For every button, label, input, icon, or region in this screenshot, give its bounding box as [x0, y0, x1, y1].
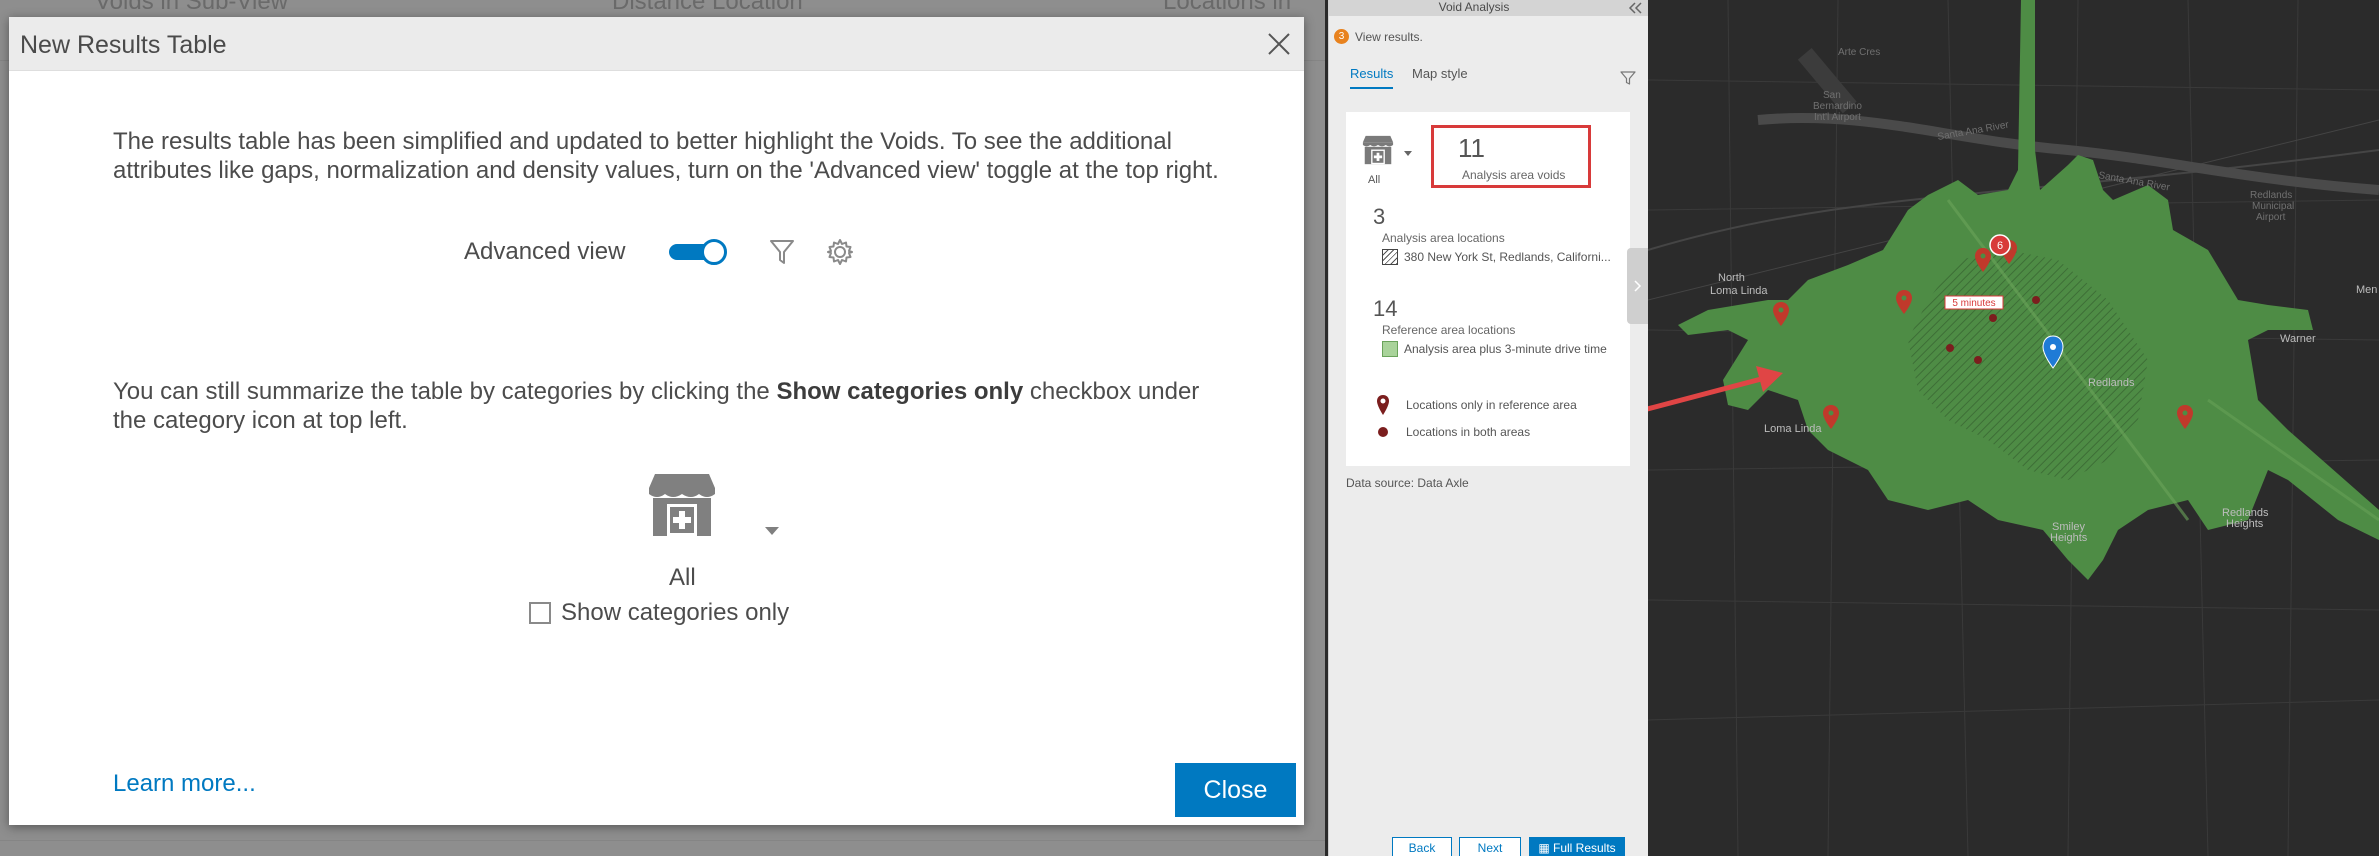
map-label: Redlands: [2088, 377, 2135, 389]
chevron-down-icon[interactable]: [764, 526, 780, 536]
map-view[interactable]: 6 5 minutes North Loma Linda Loma Linda …: [1648, 0, 2379, 856]
background-column-header: Locations in: [1163, 0, 1292, 15]
show-categories-checkbox[interactable]: [529, 602, 551, 624]
legend-both-label: Locations in both areas: [1406, 425, 1531, 439]
map-label: North: [1718, 272, 1745, 284]
map-pin-icon: [1377, 395, 1389, 415]
map-label: Heights: [2226, 518, 2264, 530]
voids-highlight-box: 11 Analysis area voids: [1431, 125, 1591, 188]
cluster-count: 6: [1997, 240, 2003, 252]
analysis-location-row: 380 New York St, Redlands, Californi...: [1382, 249, 1611, 265]
tab-map-style[interactable]: Map style: [1412, 66, 1468, 81]
background-column-header: Voids in Sub-View: [95, 0, 289, 15]
location-dot[interactable]: [2032, 296, 2040, 304]
step-text: View results.: [1355, 29, 1423, 44]
results-summary-card: All 11 Analysis area voids 3 Analysis ar…: [1346, 112, 1630, 466]
panel-title: Void Analysis: [1438, 0, 1510, 14]
map-label: Redlands: [2250, 190, 2292, 201]
voids-label: Analysis area voids: [1462, 168, 1566, 182]
map-label: Warner: [2280, 333, 2316, 345]
location-dot[interactable]: [1946, 344, 1954, 352]
intro-text: The results table has been simplified an…: [113, 128, 1219, 184]
map-label: Loma Linda: [1710, 285, 1768, 297]
tab-results[interactable]: Results: [1350, 66, 1394, 89]
map-label: Men: [2356, 284, 2377, 296]
location-dot[interactable]: [1989, 314, 1997, 322]
reference-location-row: Analysis area plus 3-minute drive time: [1382, 341, 1607, 357]
dialog-title: New Results Table: [20, 31, 227, 59]
map-label: Int'l Airport: [1814, 112, 1861, 123]
hatch-swatch-icon: [1382, 249, 1398, 265]
dot-icon: [1378, 427, 1388, 437]
show-categories-label[interactable]: Show categories only: [561, 599, 789, 627]
green-swatch-icon: [1382, 341, 1398, 357]
close-button[interactable]: Close: [1175, 763, 1296, 817]
summary-text-bold: Show categories only: [776, 378, 1024, 405]
background-column-header: Distance Location: [612, 0, 803, 15]
map-label: Municipal: [2252, 201, 2294, 212]
toggle-knob: [701, 239, 728, 265]
new-results-table-dialog: New Results Table The results table has …: [9, 17, 1304, 825]
map-label: Loma Linda: [1764, 423, 1822, 435]
panel-splitter-handle[interactable]: [1627, 248, 1648, 324]
advanced-view-toggle[interactable]: [669, 239, 728, 265]
next-button[interactable]: Next: [1459, 837, 1521, 856]
reference-label: Reference area locations: [1382, 323, 1516, 337]
map-label: Airport: [2256, 212, 2286, 223]
store-category-icon[interactable]: [647, 472, 717, 538]
legend-reference-label: Locations only in reference area: [1406, 398, 1577, 412]
learn-more-link[interactable]: Learn more...: [113, 770, 256, 798]
reference-count: 14: [1373, 296, 1398, 321]
advanced-view-row: Advanced view: [464, 232, 855, 272]
category-all-label: All: [1368, 174, 1381, 186]
advanced-view-label: Advanced view: [464, 238, 626, 265]
summary-text: You can still summarize the table by cat…: [113, 377, 1223, 435]
store-category-icon[interactable]: [1362, 134, 1394, 166]
step-badge: 3: [1334, 29, 1349, 44]
chevron-down-icon[interactable]: [1404, 151, 1412, 156]
location-dot[interactable]: [1974, 356, 1982, 364]
back-button[interactable]: Back: [1392, 837, 1452, 856]
data-source: Data source: Data Axle: [1346, 476, 1469, 490]
summary-text-part: You can still summarize the table by cat…: [113, 378, 777, 405]
analysis-location-text: 380 New York St, Redlands, Californi...: [1404, 250, 1611, 264]
legend-reference-only: Locations only in reference area: [1376, 394, 1577, 416]
chevron-right-icon: [1634, 280, 1642, 292]
filter-icon[interactable]: [1620, 70, 1636, 86]
annotation-arrow: [1648, 366, 1783, 412]
map-label: Heights: [2050, 532, 2088, 544]
show-categories-checkbox-row[interactable]: Show categories only: [529, 599, 789, 627]
category-all-label: All: [669, 564, 696, 591]
map-label: Bernardino: [1813, 101, 1862, 112]
map-label: San: [1823, 90, 1841, 101]
legend-both-areas: Locations in both areas: [1376, 425, 1530, 439]
voids-count: 11: [1458, 133, 1485, 163]
dialog-header: New Results Table: [9, 17, 1304, 71]
gear-icon[interactable]: [825, 237, 855, 267]
full-results-button[interactable]: ▦ Full Results: [1529, 837, 1625, 856]
close-icon[interactable]: [1264, 29, 1294, 59]
void-analysis-panel: Void Analysis 3 View results. Results Ma…: [1328, 0, 1649, 856]
map-canvas[interactable]: 6 5 minutes North Loma Linda Loma Linda …: [1648, 0, 2379, 856]
double-chevron-left-icon[interactable]: [1627, 1, 1643, 15]
analysis-count: 3: [1373, 204, 1386, 229]
map-label: Arte Cres: [1838, 47, 1880, 58]
drive-time-tag-text: 5 minutes: [1952, 298, 1995, 309]
filter-icon[interactable]: [769, 238, 795, 266]
analysis-label: Analysis area locations: [1382, 231, 1505, 245]
panel-header: Void Analysis: [1329, 0, 1649, 16]
full-results-label: Full Results: [1552, 841, 1616, 855]
background-row-divider: [0, 840, 1325, 841]
reference-location-text: Analysis area plus 3-minute drive time: [1404, 342, 1607, 356]
step-indicator: 3 View results.: [1334, 29, 1423, 44]
